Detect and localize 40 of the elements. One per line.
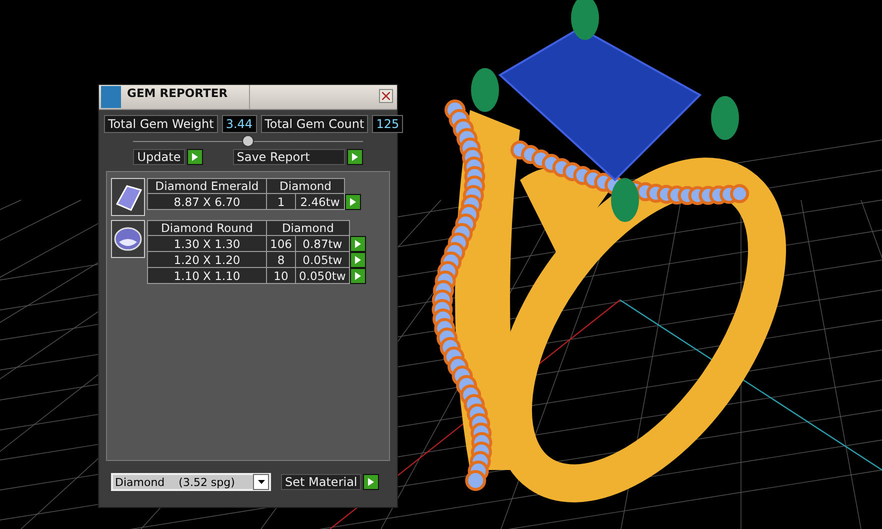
action-go-button[interactable] xyxy=(346,149,363,165)
action-button[interactable]: Save Report xyxy=(232,149,345,165)
close-button[interactable] xyxy=(379,89,393,103)
close-icon xyxy=(382,92,390,100)
window-title: GEM REPORTER xyxy=(123,85,250,109)
app-logo-icon xyxy=(101,86,121,108)
total-label: Total Gem Weight xyxy=(104,115,218,133)
gem-size-cell: 1.30 X 1.30 xyxy=(148,236,266,252)
emerald-cut-gem-icon xyxy=(113,182,143,212)
gem-material-cell: Diamond xyxy=(266,220,350,236)
gem-weight-cell: 0.050tw xyxy=(296,268,350,284)
gem-weight-cell: 0.87tw xyxy=(296,236,350,252)
total-label: Total Gem Count xyxy=(260,115,368,133)
play-icon xyxy=(352,153,358,161)
gem-size-cell: 1.20 X 1.20 xyxy=(148,252,266,268)
gem-material-cell: Diamond xyxy=(266,178,344,194)
total-value: 3.44 xyxy=(222,115,257,133)
gem-count-cell: 10 xyxy=(266,268,296,284)
action-button[interactable]: Update xyxy=(133,149,185,165)
gem-size-cell: 8.87 X 6.70 xyxy=(148,194,266,210)
gem-name-cell: Diamond Round xyxy=(148,220,266,236)
gem-weight-cell: 2.46tw xyxy=(296,194,344,210)
play-icon xyxy=(368,478,374,486)
action-go-button[interactable] xyxy=(186,149,203,165)
play-icon xyxy=(192,153,198,161)
row-go-button[interactable] xyxy=(350,236,366,252)
gem-count-cell: 106 xyxy=(266,236,296,252)
gem-count-cell: 8 xyxy=(266,252,296,268)
total-value: 125 xyxy=(372,115,404,133)
set-material-go-button[interactable] xyxy=(363,474,380,490)
play-icon xyxy=(350,198,356,206)
material-dropdown[interactable]: Diamond (3.52 spg) xyxy=(111,473,271,491)
caret-icon xyxy=(258,480,264,484)
row-go-button[interactable] xyxy=(345,194,361,210)
gem-weight-cell: 0.05tw xyxy=(296,252,350,268)
gem-name-cell: Diamond Emerald xyxy=(148,178,266,194)
set-material-button[interactable]: Set Material xyxy=(281,474,362,490)
panel-toggle-handle[interactable] xyxy=(242,135,254,147)
gem-size-cell: 1.10 X 1.10 xyxy=(148,268,266,284)
gem-count-cell: 1 xyxy=(266,194,296,210)
